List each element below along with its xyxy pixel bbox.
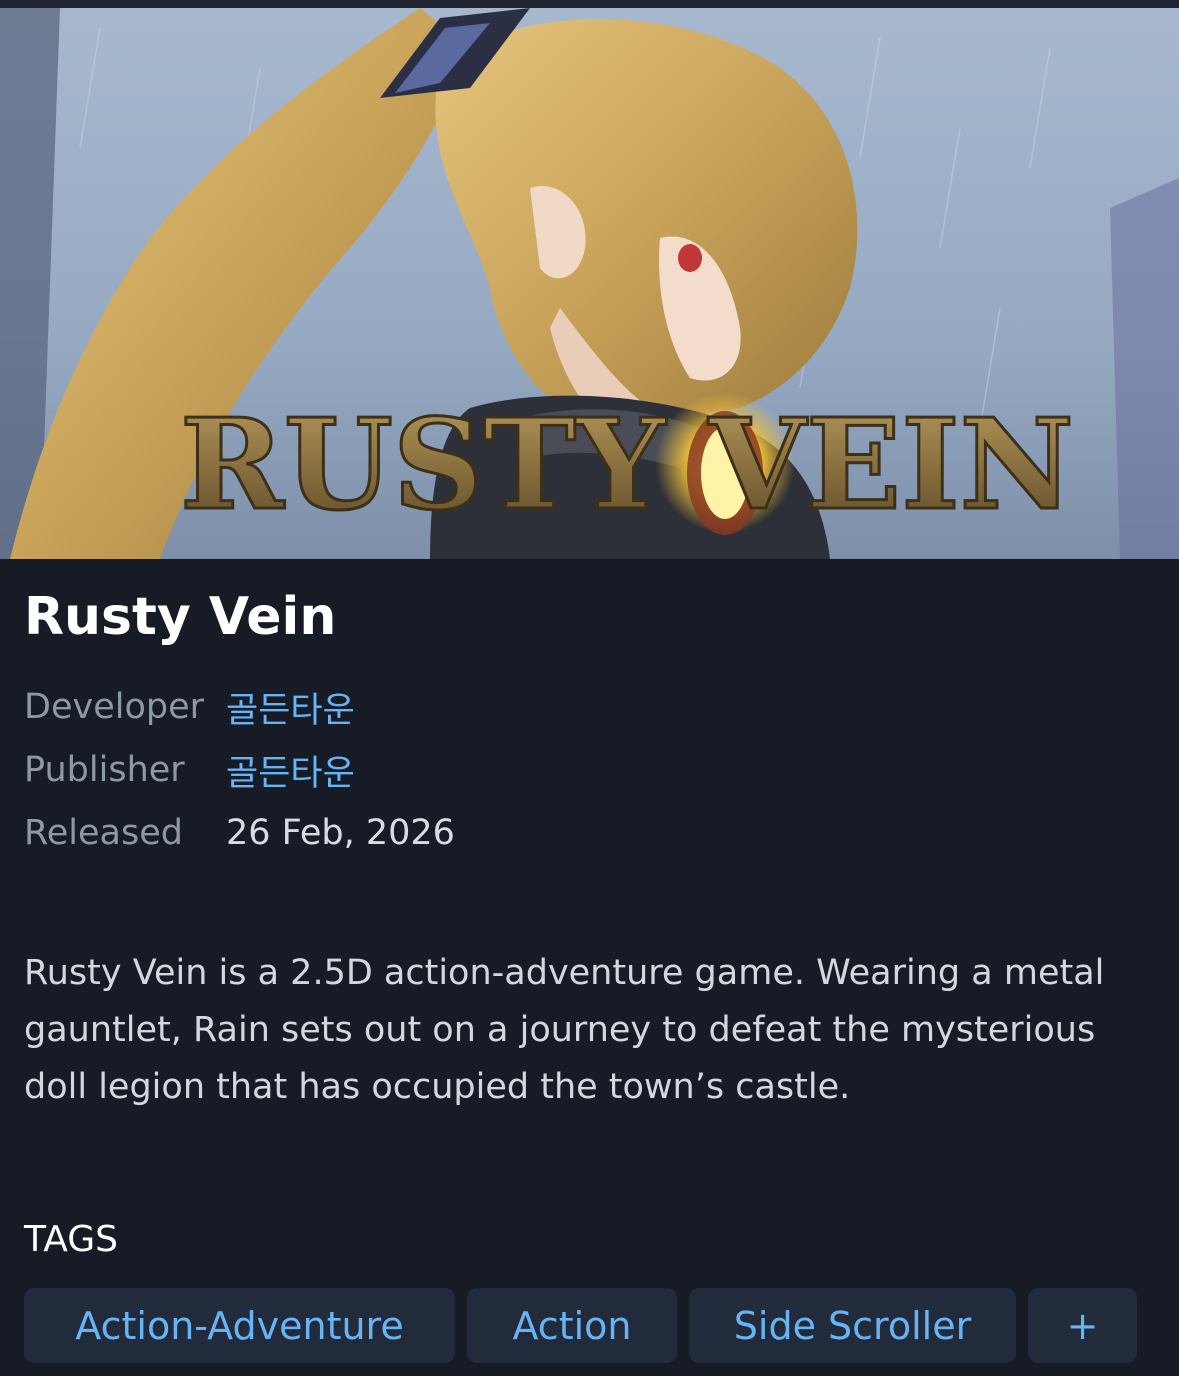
game-description: Rusty Vein is a 2.5D action-adventure ga… <box>24 953 1105 1107</box>
publisher-link[interactable]: 골든타운 <box>226 745 355 796</box>
game-title: Rusty Vein <box>24 587 337 647</box>
hero-artwork: RUSTY VEIN <box>0 8 1179 559</box>
developer-row: Developer 골든타운 <box>24 681 355 733</box>
developer-link[interactable]: 골든타운 <box>226 682 355 733</box>
tag-action[interactable]: Action <box>467 1288 677 1363</box>
release-row: Released 26 Feb, 2026 <box>24 807 455 859</box>
game-logo: RUSTY VEIN <box>180 392 1074 538</box>
released-label: Released <box>24 813 183 853</box>
hero-illustration: RUSTY VEIN <box>0 8 1179 559</box>
top-edge <box>0 0 1179 8</box>
developer-label: Developer <box>24 687 205 727</box>
game-detail-page: RUSTY VEIN Rusty Vein Developer 골든타운 Pub… <box>0 0 1179 1376</box>
more-tags-button[interactable]: + <box>1028 1288 1137 1363</box>
publisher-label: Publisher <box>24 750 185 790</box>
tag-side-scroller[interactable]: Side Scroller <box>689 1288 1016 1363</box>
tags-heading: TAGS <box>24 1219 118 1260</box>
publisher-row: Publisher 골든타운 <box>24 744 355 796</box>
release-date: 26 Feb, 2026 <box>226 813 455 853</box>
tag-action-adventure[interactable]: Action-Adventure <box>24 1288 455 1363</box>
